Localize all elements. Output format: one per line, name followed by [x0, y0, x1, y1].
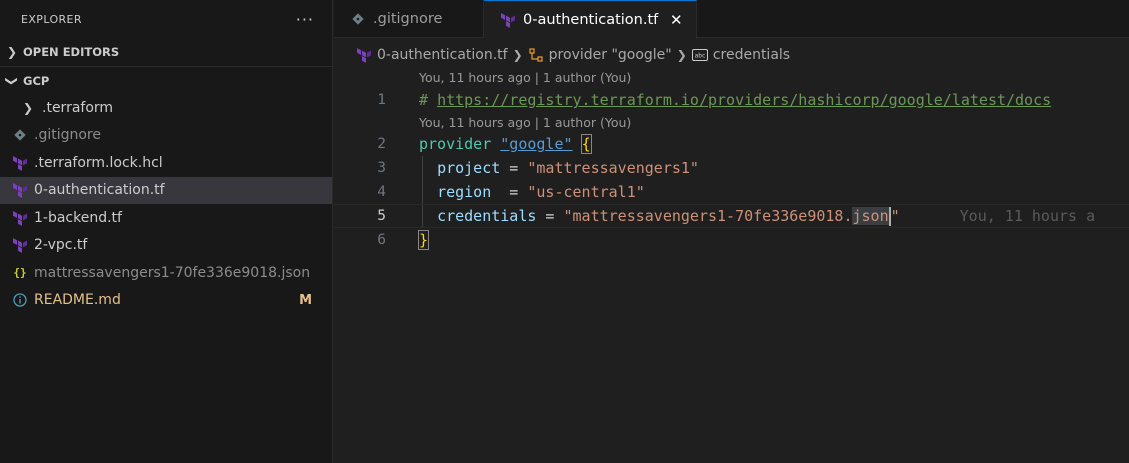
line-number: 4 — [377, 184, 386, 200]
codelens-author[interactable]: You, 11 hours ago | 1 author (You) — [419, 70, 631, 85]
close-icon[interactable]: ✕ — [668, 11, 684, 29]
file-name: 1-backend.tf — [34, 209, 122, 226]
editor-tabs: .gitignore 0-authentication.tf ✕ — [334, 0, 1129, 39]
breadcrumb-attr[interactable]: abc credentials — [691, 47, 791, 63]
code-text: # https://registry.terraform.io/provider… — [419, 91, 1052, 109]
tree-item-terraform-lock[interactable]: .terraform.lock.hcl — [0, 149, 332, 177]
terraform-icon — [12, 155, 28, 171]
chevron-right-icon: ❯ — [512, 48, 523, 62]
code-editor[interactable]: You, 11 hours ago | 1 author (You) 1 # h… — [334, 66, 1129, 463]
code-text: project = "mattressavengers1" — [437, 159, 699, 177]
tab-0-authentication[interactable]: 0-authentication.tf ✕ — [484, 0, 698, 39]
info-icon — [12, 292, 28, 308]
file-name: README.md — [34, 292, 121, 309]
line-number: 6 — [377, 232, 386, 248]
open-editors-label: OPEN EDITORS — [23, 45, 120, 59]
terraform-icon — [12, 237, 28, 254]
code-line: 1 # https://registry.terraform.io/provid… — [334, 88, 1129, 112]
file-name: .gitignore — [34, 127, 101, 144]
code-text: credentials = "mattressavengers1-70fe336… — [437, 206, 1096, 226]
workspace-label: GCP — [23, 73, 50, 88]
open-editors-section[interactable]: ❯ OPEN EDITORS — [0, 38, 332, 66]
json-braces-icon: {} — [13, 266, 27, 280]
file-name: .terraform.lock.hcl — [34, 154, 163, 171]
chevron-right-icon: ❯ — [6, 45, 18, 59]
workspace-section[interactable]: ❯ GCP — [0, 66, 332, 94]
breadcrumb-block-label: provider "google" — [548, 47, 672, 63]
chevron-right-icon: ❯ — [22, 100, 34, 115]
code-text: region = "us-central1" — [437, 183, 645, 201]
terraform-icon — [356, 47, 372, 63]
breadcrumb-file-label: 0-authentication.tf — [377, 47, 508, 63]
breadcrumb-attr-label: credentials — [712, 47, 791, 63]
more-actions-icon[interactable]: ··· — [296, 10, 314, 29]
terraform-icon — [12, 210, 28, 226]
symbol-structure-icon — [528, 47, 544, 63]
code-line: 3 project = "mattressavengers1" — [334, 156, 1129, 180]
svg-text:abc: abc — [694, 53, 705, 60]
chevron-right-icon: ❯ — [676, 48, 687, 62]
breadcrumb-file[interactable]: 0-authentication.tf — [356, 47, 508, 63]
comment-link[interactable]: https://registry.terraform.io/providers/… — [437, 91, 1051, 109]
file-name: mattressavengers1-70fe336e9018.json — [34, 264, 311, 281]
file-name: .terraform — [42, 99, 114, 116]
inline-blame: You, 11 hours a — [959, 206, 1096, 225]
terraform-icon — [500, 12, 516, 28]
tab-label: 0-authentication.tf — [523, 12, 659, 28]
tree-item-1-backend[interactable]: 1-backend.tf — [0, 204, 332, 232]
code-text: } — [417, 230, 430, 250]
tree-item-gitignore[interactable]: .gitignore — [0, 122, 332, 150]
file-name: 0-authentication.tf — [34, 182, 165, 199]
line-number: 1 — [377, 92, 386, 108]
explorer-title: EXPLORER — [21, 12, 82, 26]
line-number: 2 — [377, 136, 386, 152]
chevron-down-icon: ❯ — [5, 75, 19, 86]
tree-item-0-authentication[interactable]: 0-authentication.tf — [0, 176, 332, 204]
tab-gitignore[interactable]: .gitignore — [334, 0, 484, 38]
git-diamond-icon — [350, 11, 366, 27]
code-line: 6 } — [334, 228, 1129, 252]
code-line-current: 5 credentials = "mattressavengers1-70fe3… — [334, 204, 1129, 228]
tab-label: .gitignore — [373, 11, 443, 27]
tree-item-readme[interactable]: README.md M — [0, 287, 332, 315]
tree-item-terraform-folder[interactable]: ❯ .terraform — [0, 94, 332, 122]
symbol-text-icon: abc — [691, 47, 708, 63]
code-text: provider "google" { — [419, 134, 592, 154]
terraform-icon — [12, 182, 28, 199]
code-line: 4 region = "us-central1" — [334, 180, 1129, 204]
file-name: 2-vpc.tf — [34, 237, 88, 254]
tree-item-json-key[interactable]: {} mattressavengers1-70fe336e9018.json — [0, 259, 332, 287]
explorer-sidebar: EXPLORER ··· ❯ OPEN EDITORS ❯ GCP ❯ .ter… — [0, 0, 333, 463]
selection: json — [852, 206, 889, 225]
breadcrumb-block[interactable]: provider "google" — [528, 47, 672, 63]
line-number: 3 — [377, 160, 386, 176]
git-diamond-icon — [12, 127, 28, 143]
modified-badge: M — [299, 292, 312, 308]
explorer-header: EXPLORER ··· — [0, 0, 332, 38]
line-number: 5 — [377, 208, 386, 224]
code-line: 2 provider "google" { — [334, 132, 1129, 156]
tree-item-2-vpc[interactable]: 2-vpc.tf — [0, 232, 332, 260]
breadcrumb: 0-authentication.tf ❯ provider "google" … — [356, 44, 790, 66]
codelens-author[interactable]: You, 11 hours ago | 1 author (You) — [419, 115, 631, 130]
